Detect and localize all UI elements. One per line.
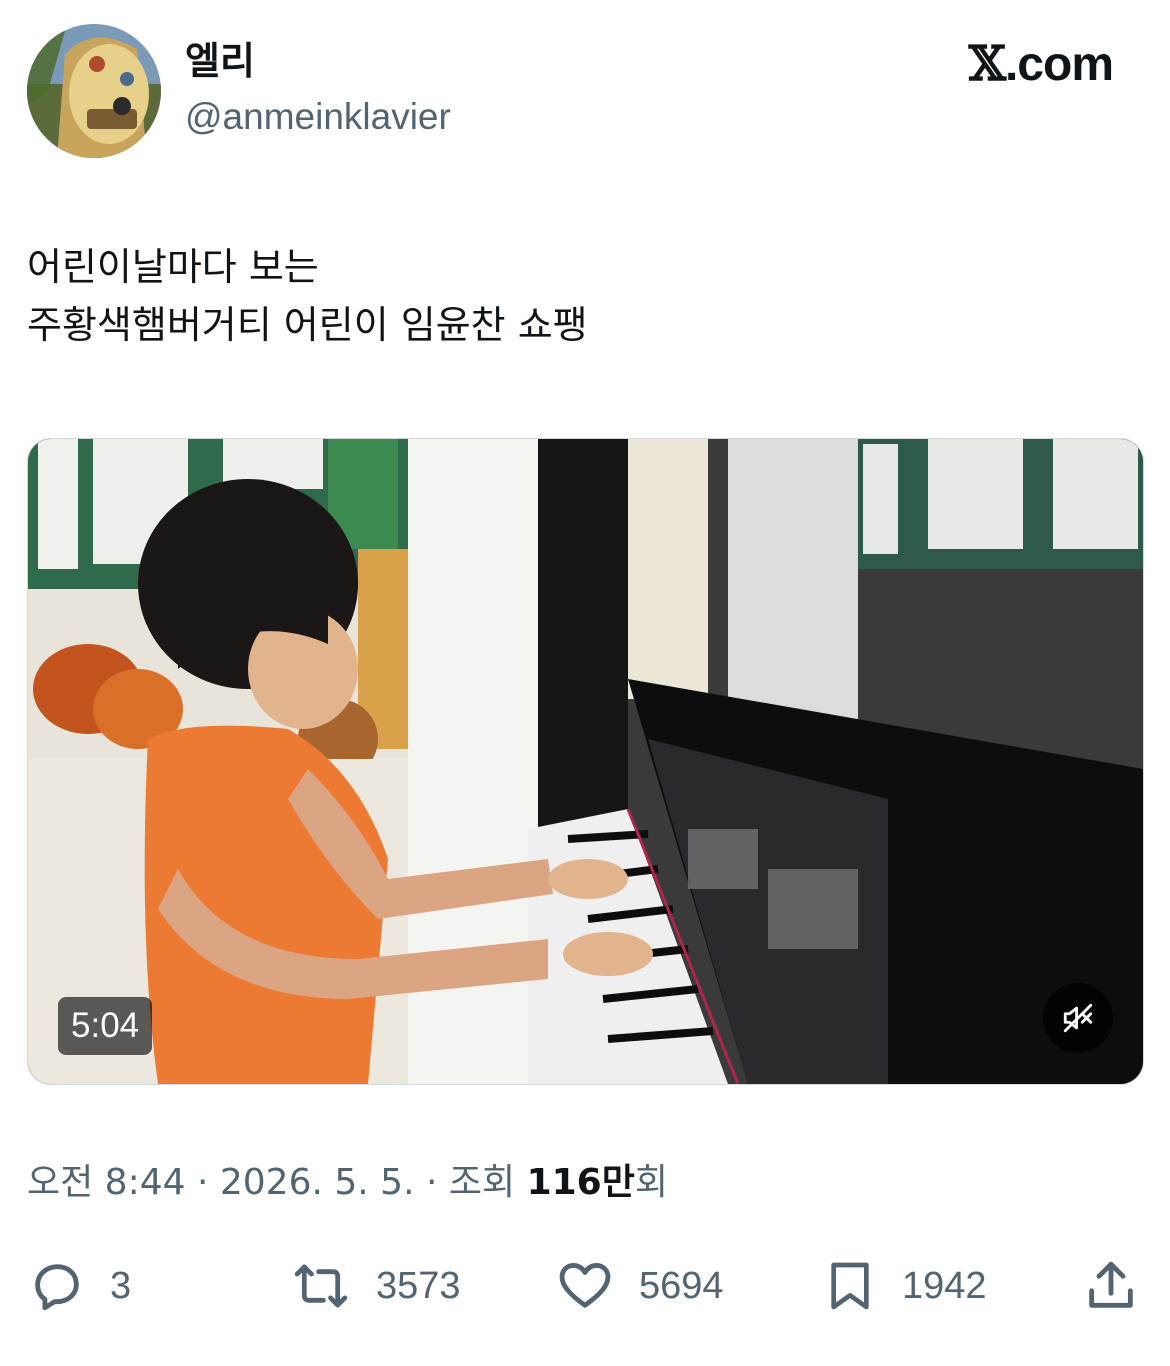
heart-icon (555, 1257, 615, 1315)
repost-icon (290, 1257, 352, 1315)
tweet-text-line: 어린이날마다 보는 (27, 245, 319, 289)
repost-count: 3573 (376, 1264, 461, 1307)
like-count: 5694 (639, 1264, 724, 1307)
share-button[interactable] (1082, 1255, 1140, 1317)
tweet-metadata: 오전 8:44 · 2026. 5. 5. · 조회 116만회 (27, 1158, 668, 1208)
tweet-header: 엘리 @anmeinklavier 𝕏.com (27, 24, 1147, 159)
meta-separator: · (185, 1162, 220, 1203)
reply-count: 3 (110, 1264, 132, 1307)
avatar[interactable] (27, 24, 161, 158)
avatar-illustration (27, 24, 161, 158)
display-name[interactable]: 엘리 (185, 38, 255, 84)
mute-button[interactable] (1043, 983, 1113, 1053)
views-label: 조회 (448, 1162, 527, 1203)
tweet-text-line: 주황색햄버거티 어린이 임윤찬 쇼팽 (27, 303, 588, 347)
video-player[interactable]: 5:04 (27, 438, 1144, 1085)
speaker-muted-icon (1061, 1001, 1095, 1035)
user-handle[interactable]: @anmeinklavier (185, 94, 451, 140)
bookmark-button[interactable]: 1942 (822, 1255, 987, 1317)
video-duration-badge: 5:04 (58, 997, 153, 1055)
video-frame (28, 439, 1143, 1084)
views-count: 116만 (526, 1162, 635, 1203)
repost-button[interactable]: 3573 (290, 1255, 461, 1317)
share-icon (1082, 1257, 1140, 1315)
meta-separator: · (414, 1162, 449, 1203)
x-logo-icon: 𝕏 (968, 36, 1006, 92)
brand-logo: 𝕏.com (968, 36, 1114, 93)
bookmark-count: 1942 (902, 1264, 987, 1307)
reply-icon (28, 1257, 86, 1315)
views-suffix: 회 (634, 1162, 668, 1203)
action-bar: 3 3573 5694 1942 (0, 1255, 1170, 1317)
like-button[interactable]: 5694 (555, 1255, 724, 1317)
tweet-time[interactable]: 오전 8:44 (27, 1162, 186, 1203)
tweet-date[interactable]: 2026. 5. 5. (220, 1162, 415, 1203)
brand-domain: .com (1004, 38, 1114, 91)
tweet-text: 어린이날마다 보는 주황색햄버거티 어린이 임윤찬 쇼팽 (27, 238, 588, 354)
reply-button[interactable]: 3 (28, 1255, 131, 1317)
bookmark-icon (822, 1257, 878, 1315)
